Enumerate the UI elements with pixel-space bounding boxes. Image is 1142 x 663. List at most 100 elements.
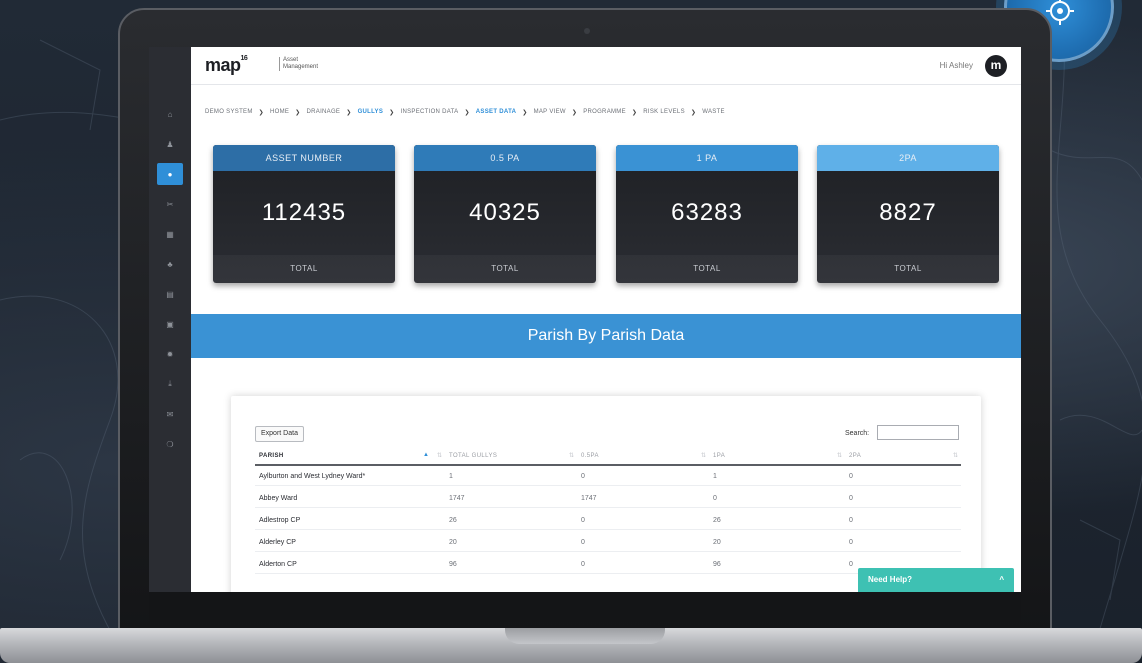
breadcrumb-item[interactable]: RISK LEVELS: [643, 109, 685, 116]
stat-card: 2PA 8827 TOTAL: [817, 145, 999, 283]
chat-icon[interactable]: ❍: [157, 433, 183, 455]
sidebar: ⌂ ♟ ● ✂ ▦ ♣ ▤ ▣ ✹ ⤓ ✉ ❍: [149, 47, 191, 592]
app-screen: ⌂ ♟ ● ✂ ▦ ♣ ▤ ▣ ✹ ⤓ ✉ ❍ map16 Asset Management Hi A…: [149, 47, 1021, 592]
screen-bezel: [149, 592, 1021, 622]
table-cell: 0: [849, 495, 853, 502]
table-cell: 1: [449, 473, 453, 480]
table-cell: Adlestrop CP: [259, 517, 301, 524]
stat-card: ASSET NUMBER 112435 TOTAL: [213, 145, 395, 283]
stat-card-footer: TOTAL: [414, 255, 596, 283]
chevron-right-icon: ❯: [631, 110, 638, 116]
table-cell: Alderley CP: [259, 539, 296, 546]
chevron-up-icon: ^: [999, 575, 1004, 584]
chevron-right-icon: ❯: [389, 110, 395, 116]
search-input[interactable]: [877, 425, 959, 440]
table-cell: Aylburton and West Lydney Ward*: [259, 473, 366, 480]
column-header[interactable]: 2PA: [849, 453, 861, 459]
logo-subtitle: Asset Management: [279, 57, 319, 71]
sort-icon[interactable]: ⇅: [953, 452, 958, 459]
stat-card-title: 1 PA: [616, 145, 798, 171]
table-cell: 0: [581, 561, 585, 568]
table-cell: 0: [581, 539, 585, 546]
home-icon[interactable]: ⌂: [157, 103, 183, 125]
stat-card-footer: TOTAL: [817, 255, 999, 283]
chevron-right-icon: ❯: [571, 110, 578, 116]
breadcrumb-item[interactable]: WASTE: [702, 109, 725, 116]
need-help-button[interactable]: Need Help? ^: [858, 568, 1014, 592]
table-cell: 0: [849, 473, 853, 480]
sort-icon[interactable]: ⇅: [837, 452, 842, 459]
download-icon[interactable]: ⤓: [157, 373, 183, 395]
column-header[interactable]: 1PA: [713, 453, 725, 459]
sort-icon[interactable]: ▲: [423, 452, 429, 458]
calendar-icon[interactable]: ▤: [157, 283, 183, 305]
webcam: [584, 28, 590, 34]
document-icon[interactable]: ▣: [157, 313, 183, 335]
table-cell: Alderton CP: [259, 561, 297, 568]
parish-banner: Parish By Parish Data: [191, 314, 1021, 358]
table-cell: 26: [713, 517, 721, 524]
chevron-right-icon: ❯: [295, 110, 301, 116]
stat-card-value: 63283: [671, 199, 743, 226]
breadcrumb-item[interactable]: ASSET DATA: [476, 109, 516, 116]
column-header[interactable]: TOTAL GULLYS: [449, 453, 497, 459]
sort-icon[interactable]: ⇅: [701, 452, 706, 459]
table-cell: 96: [713, 561, 721, 568]
table-header: PARISH ▲ TOTAL GULLYS ⇅ 0.5PA ⇅ 1PA ⇅ 2PA ⇅ ⇅: [255, 448, 961, 466]
stat-card: 1 PA 63283 TOTAL: [616, 145, 798, 283]
app-logo[interactable]: map16: [205, 55, 248, 76]
table-cell: 1747: [449, 495, 465, 502]
drop-icon[interactable]: ●: [157, 163, 183, 185]
table-cell: 0: [849, 517, 853, 524]
breadcrumb-item[interactable]: MAP VIEW: [534, 109, 566, 116]
breadcrumb-item[interactable]: GULLYS: [358, 109, 384, 116]
stat-card-value: 40325: [469, 199, 541, 226]
stat-card-title: 2PA: [817, 145, 999, 171]
stat-card-value: 112435: [261, 199, 347, 226]
table-cell: 0: [849, 561, 853, 568]
stat-card: 0.5 PA 40325 TOTAL: [414, 145, 596, 283]
table-cell: 1747: [581, 495, 597, 502]
stat-card-footer: TOTAL: [616, 255, 798, 283]
column-header[interactable]: 0.5PA: [581, 453, 599, 459]
tools-icon[interactable]: ✂: [157, 193, 183, 215]
table-cell: Abbey Ward: [259, 495, 298, 502]
chevron-right-icon: ❯: [258, 110, 264, 116]
mail-icon[interactable]: ✉: [157, 403, 183, 425]
breadcrumb: DEMO SYSTEM ❯ HOME ❯ DRAINAGE ❯ GULLYS ❯ INSPECT…: [205, 109, 725, 116]
table-row[interactable]: Alderton CP 96 0 96 0: [255, 556, 961, 574]
user-icon[interactable]: ♟: [157, 133, 183, 155]
stat-card-title: 0.5 PA: [414, 145, 596, 171]
parish-table-panel: Export Data Search: PARISH ▲ TOTAL GULLYS ⇅…: [231, 396, 981, 592]
table-cell: 20: [713, 539, 721, 546]
sort-icon[interactable]: ⇅: [569, 452, 574, 459]
gear-icon[interactable]: ✹: [157, 343, 183, 365]
table-cell: 0: [581, 473, 585, 480]
table-row[interactable]: Adlestrop CP 26 0 26 0: [255, 512, 961, 530]
grid-icon[interactable]: ▦: [157, 223, 183, 245]
export-data-button[interactable]: Export Data: [255, 426, 304, 442]
top-bar: map16 Asset Management Hi Ashley m: [191, 47, 1021, 85]
breadcrumb-item[interactable]: DRAINAGE: [307, 109, 341, 116]
stat-card-title: ASSET NUMBER: [213, 145, 395, 171]
breadcrumb-item[interactable]: DEMO SYSTEM: [205, 109, 253, 116]
table-cell: 20: [449, 539, 457, 546]
table-row[interactable]: Abbey Ward 1747 1747 0 0: [255, 490, 961, 508]
table-cell: 26: [449, 517, 457, 524]
table-row[interactable]: Alderley CP 20 0 20 0: [255, 534, 961, 552]
table-row[interactable]: Aylburton and West Lydney Ward* 1 0 1 0: [255, 468, 961, 486]
table-cell: 0: [849, 539, 853, 546]
group-icon[interactable]: ♣: [157, 253, 183, 275]
table-cell: 0: [581, 517, 585, 524]
stat-card-value: 8827: [879, 199, 937, 226]
chevron-right-icon: ❯: [522, 110, 528, 116]
breadcrumb-item[interactable]: HOME: [270, 109, 289, 116]
breadcrumb-item[interactable]: INSPECTION DATA: [401, 109, 459, 116]
sort-icon[interactable]: ⇅: [437, 452, 442, 459]
breadcrumb-item[interactable]: PROGRAMME: [583, 109, 626, 116]
stat-card-footer: TOTAL: [213, 255, 395, 283]
table-cell: 96: [449, 561, 457, 568]
column-header[interactable]: PARISH: [259, 453, 284, 459]
chevron-right-icon: ❯: [464, 110, 470, 116]
avatar[interactable]: m: [985, 55, 1007, 77]
